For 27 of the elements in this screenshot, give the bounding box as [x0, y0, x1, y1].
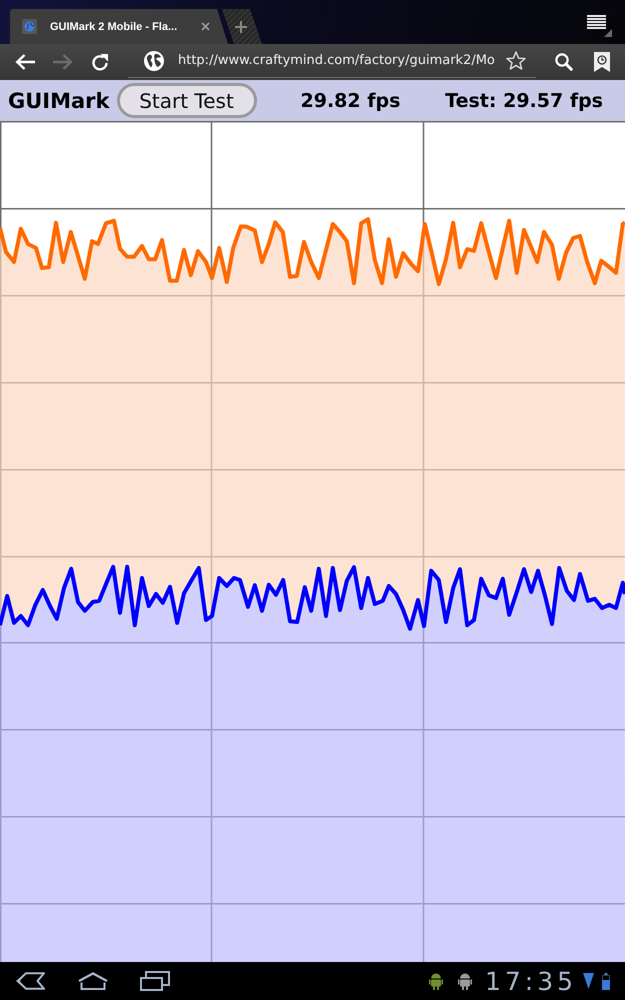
home-icon[interactable]	[77, 972, 109, 990]
signal-icon	[583, 973, 594, 989]
start-test-button[interactable]: Start Test	[116, 83, 256, 118]
globe-icon	[144, 50, 164, 70]
menu-icon[interactable]	[587, 15, 612, 37]
app-title: GUIMark	[8, 88, 110, 112]
robot-icon	[458, 972, 472, 990]
battery-icon	[602, 972, 610, 990]
new-tab-button[interactable]	[222, 9, 262, 44]
url-text: http://www.craftymind.com/factory/guimark2/Mo	[178, 53, 495, 68]
clock-time: 17:35	[484, 966, 577, 996]
browser-tab[interactable]: GUIMark 2 Mobile - Fla...	[10, 9, 228, 44]
search-icon[interactable]	[555, 53, 573, 71]
bookmark-icon[interactable]	[594, 52, 610, 72]
globe-icon	[22, 19, 37, 34]
close-icon[interactable]	[201, 22, 210, 31]
tab-title: GUIMark 2 Mobile - Fla...	[50, 20, 178, 32]
plus-icon	[235, 20, 247, 32]
recent-apps-icon[interactable]	[140, 971, 170, 991]
fps-reading: 29.82 fps	[300, 90, 400, 112]
address-field[interactable]: http://www.craftymind.com/factory/guimark2/Mo	[128, 44, 536, 78]
back-icon[interactable]	[15, 972, 45, 990]
test-fps-reading: Test: 29.57 fps	[445, 90, 603, 112]
reload-icon[interactable]	[91, 53, 109, 71]
robot-icon	[428, 972, 443, 990]
left-arrow-icon[interactable]	[15, 54, 35, 70]
star-icon[interactable]	[506, 51, 526, 70]
